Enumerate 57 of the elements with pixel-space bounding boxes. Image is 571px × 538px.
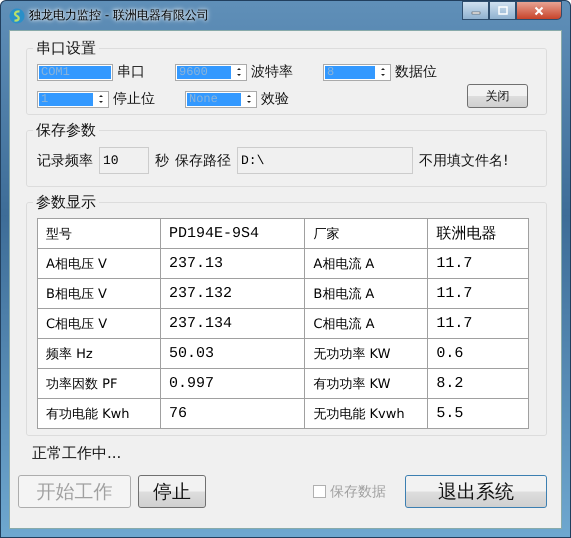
- table-cell: 型号: [38, 218, 160, 248]
- field-label: 效验: [261, 90, 289, 108]
- interval-field[interactable]: 10: [99, 147, 149, 174]
- group-title: 保存参数: [33, 121, 99, 140]
- field-label: 波特率: [251, 63, 293, 81]
- hint-text: 不用填文件名!: [419, 152, 509, 170]
- table-cell: 0.6: [428, 338, 528, 368]
- table-cell: 有功功率 KW: [304, 368, 428, 398]
- field-label: 记录频率: [37, 152, 93, 170]
- window-title: 独龙电力监控 - 联洲电器有限公司: [29, 7, 210, 24]
- table-cell: 11.7: [428, 308, 528, 338]
- table-cell: 11.7: [428, 278, 528, 308]
- table-cell: A相电压 V: [38, 248, 160, 278]
- table-cell: C相电压 V: [38, 308, 160, 338]
- table-cell: A相电流 A: [304, 248, 428, 278]
- field-label: 保存路径: [175, 152, 231, 170]
- table-cell: 237.134: [160, 308, 305, 338]
- table-cell: 11.7: [428, 248, 528, 278]
- spin-arrows-icon: [379, 65, 387, 79]
- maximize-button[interactable]: [489, 1, 516, 20]
- table-cell: 功率因数 PF: [38, 368, 160, 398]
- path-field[interactable]: D:\: [237, 147, 413, 174]
- spin-arrows-icon: [235, 65, 243, 79]
- close-port-button[interactable]: 关闭: [467, 84, 528, 108]
- table-cell: B相电流 A: [304, 278, 428, 308]
- exit-button[interactable]: 退出系统: [405, 475, 547, 508]
- field-label: 串口: [117, 63, 145, 81]
- table-cell: 0.997: [160, 368, 305, 398]
- table-cell: 厂家: [304, 218, 428, 248]
- field-label: 停止位: [113, 90, 155, 108]
- spin-arrows-icon: [97, 92, 105, 106]
- field-label: 数据位: [395, 63, 437, 81]
- status-text: 正常工作中...: [32, 444, 122, 463]
- maximize-icon: [498, 6, 508, 16]
- close-button[interactable]: [516, 1, 562, 20]
- table-cell: 8.2: [428, 368, 528, 398]
- table-cell: B相电压 V: [38, 278, 160, 308]
- table-cell: PD194E-9S4: [160, 218, 305, 248]
- table-cell: 联洲电器: [428, 218, 528, 248]
- table-cell: 50.03: [160, 338, 305, 368]
- table-cell: 无功功率 KW: [304, 338, 428, 368]
- table-cell: C相电流 A: [304, 308, 428, 338]
- table-cell: 237.132: [160, 278, 305, 308]
- table-cell: 频率 Hz: [38, 338, 160, 368]
- table-cell: 5.5: [428, 398, 528, 428]
- app-logo-icon: [9, 8, 25, 24]
- table-cell: 237.13: [160, 248, 305, 278]
- table-cell: 无功电能 Kvwh: [304, 398, 428, 428]
- group-title: 串口设置: [33, 39, 99, 58]
- unit-label: 秒: [155, 152, 169, 170]
- minimize-button[interactable]: [462, 1, 489, 20]
- table-cell: 76: [160, 398, 305, 428]
- table-cell: 有功电能 Kwh: [38, 398, 160, 428]
- spin-arrows-icon: [245, 92, 253, 106]
- stop-button[interactable]: 停止: [138, 475, 206, 508]
- group-title: 参数显示: [33, 193, 99, 212]
- close-icon: [534, 6, 544, 16]
